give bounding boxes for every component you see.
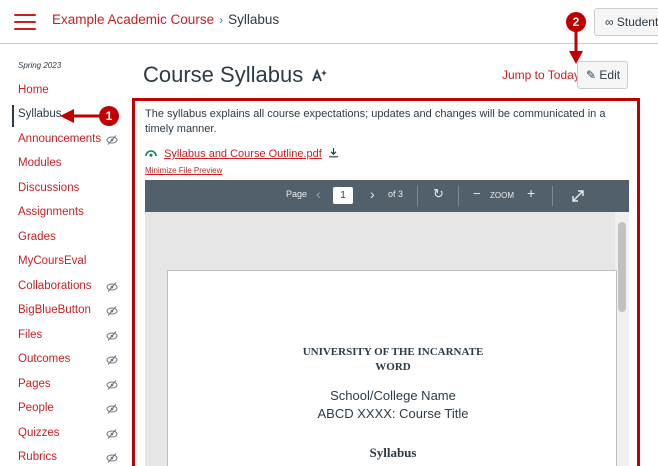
pdf-page: UNIVERSITY OF THE INCARNATE WORD School/… [167, 270, 617, 466]
sidebar-item-files[interactable]: Files [18, 326, 128, 348]
sidebar-item-label: Files [18, 329, 43, 341]
sidebar-item-people[interactable]: People [18, 399, 128, 421]
glasses-icon: ∞ [605, 15, 614, 29]
sidebar-item-quizzes[interactable]: Quizzes [18, 424, 128, 446]
page-title-text: Course Syllabus [143, 62, 304, 87]
syllabus-content-highlight: The syllabus explains all course expecta… [132, 98, 640, 466]
pdf-university-line-1: UNIVERSITY OF THE INCARNATE [302, 346, 484, 358]
syllabus-file-link[interactable]: Syllabus and Course Outline.pdf [164, 148, 322, 160]
sidebar-item-rubrics[interactable]: Rubrics [18, 448, 128, 466]
rotate-icon[interactable]: ↻ [433, 186, 444, 202]
hamburger-menu-icon[interactable] [14, 14, 36, 30]
sidebar-item-label: BigBlueButton [18, 304, 91, 316]
hidden-eye-icon [106, 331, 118, 341]
pdf-viewer-body[interactable]: UNIVERSITY OF THE INCARNATE WORD School/… [145, 212, 629, 466]
viewer-scrollbar[interactable] [615, 212, 629, 466]
sidebar-item-outcomes[interactable]: Outcomes [18, 350, 128, 372]
sidebar-item-label: Outcomes [18, 353, 71, 365]
zoom-out-icon[interactable]: − [473, 186, 481, 201]
hidden-eye-icon [106, 429, 118, 439]
sidebar-item-label: Modules [18, 157, 62, 169]
sidebar-item-mycourseval[interactable]: MyCoursEval [18, 252, 128, 274]
toolbar-divider [552, 186, 553, 206]
download-icon[interactable] [328, 147, 339, 158]
sidebar-item-modules[interactable]: Modules [18, 154, 128, 176]
page-label: Page [286, 189, 308, 199]
sidebar-item-discussions[interactable]: Discussions [18, 179, 128, 201]
callout-badge-2: 2 [566, 12, 586, 32]
hidden-eye-icon [106, 355, 118, 365]
sidebar-item-label: People [18, 402, 54, 414]
pdf-school-name: School/College Name [330, 388, 456, 403]
sidebar-item-label: Home [18, 84, 49, 96]
hidden-eye-icon [106, 404, 118, 414]
pdf-viewer-toolbar: Page ‹ 1 › of 3 ↻ − ZOOM + [145, 180, 629, 212]
breadcrumb: Example Academic Course › Syllabus [52, 12, 279, 27]
callout-badge-1: 1 [99, 106, 119, 126]
sidebar-item-label: Discussions [18, 182, 80, 194]
syllabus-description: The syllabus explains all course expecta… [145, 108, 606, 135]
pdf-course-title: ABCD XXXX: Course Title [317, 406, 469, 421]
minimize-file-preview-link[interactable]: Minimize File Preview [145, 166, 222, 175]
page-number-input[interactable]: 1 [333, 187, 353, 204]
sidebar-item-collaborations[interactable]: Collaborations [18, 277, 128, 299]
edit-button[interactable]: ✎ Edit [577, 61, 628, 89]
hidden-eye-icon [106, 282, 118, 292]
sidebar-item-grades[interactable]: Grades [18, 228, 128, 250]
breadcrumb-separator: › [219, 13, 224, 27]
fullscreen-icon[interactable] [572, 190, 584, 202]
sidebar-item-label: Syllabus [18, 108, 62, 120]
sidebar-item-label: Rubrics [18, 451, 57, 463]
sidebar-item-bigbluebutton[interactable]: BigBlueButton [18, 301, 128, 323]
jump-to-today-link[interactable]: Jump to Today [502, 68, 580, 82]
sidebar-item-label: Announcements [18, 133, 102, 145]
hidden-eye-icon [106, 380, 118, 390]
hidden-eye-icon [106, 306, 118, 316]
page-count: of 3 [388, 189, 404, 199]
student-view-button[interactable]: ∞ Student View [594, 8, 658, 36]
toolbar-divider [417, 186, 418, 206]
sidebar-item-label: Pages [18, 378, 51, 390]
sidebar-item-assignments[interactable]: Assignments [18, 203, 128, 225]
zoom-label: ZOOM [490, 191, 514, 200]
sidebar-item-label: MyCoursEval [18, 255, 87, 267]
hidden-eye-icon [106, 135, 118, 145]
sidebar-item-label: Grades [18, 231, 56, 243]
scrollbar-thumb[interactable] [618, 222, 626, 312]
file-attachment-row: Syllabus and Course Outline.pdf [145, 147, 339, 160]
top-bar: Example Academic Course › Syllabus ∞ Stude… [0, 0, 658, 44]
sidebar-item-pages[interactable]: Pages [18, 375, 128, 397]
pdf-syllabus-heading: Syllabus [369, 445, 417, 460]
sidebar-item-label: Assignments [18, 206, 84, 218]
breadcrumb-current-page: Syllabus [228, 12, 280, 27]
toolbar-divider [458, 186, 459, 206]
page-title: Course Syllabus [143, 62, 328, 88]
next-page-icon[interactable]: › [370, 186, 375, 202]
zoom-in-icon[interactable]: + [527, 185, 535, 201]
hidden-eye-icon [106, 453, 118, 463]
previous-page-icon[interactable]: ‹ [316, 186, 321, 202]
callout-arrow-2 [569, 30, 583, 64]
term-label: Spring 2023 [18, 61, 62, 70]
sidebar-item-home[interactable]: Home [18, 81, 128, 103]
pdf-university-line-2: WORD [375, 361, 411, 373]
student-view-label: Student View [616, 15, 658, 29]
sidebar-item-announcements[interactable]: Announcements [18, 130, 128, 152]
sidebar-item-label: Quizzes [18, 427, 60, 439]
edit-label: Edit [599, 68, 621, 82]
pencil-icon: ✎ [586, 68, 597, 82]
breadcrumb-course-link[interactable]: Example Academic Course [52, 12, 214, 27]
immersive-reader-icon[interactable] [312, 68, 328, 83]
sidebar-item-label: Collaborations [18, 280, 92, 292]
preview-eye-icon [145, 150, 157, 157]
